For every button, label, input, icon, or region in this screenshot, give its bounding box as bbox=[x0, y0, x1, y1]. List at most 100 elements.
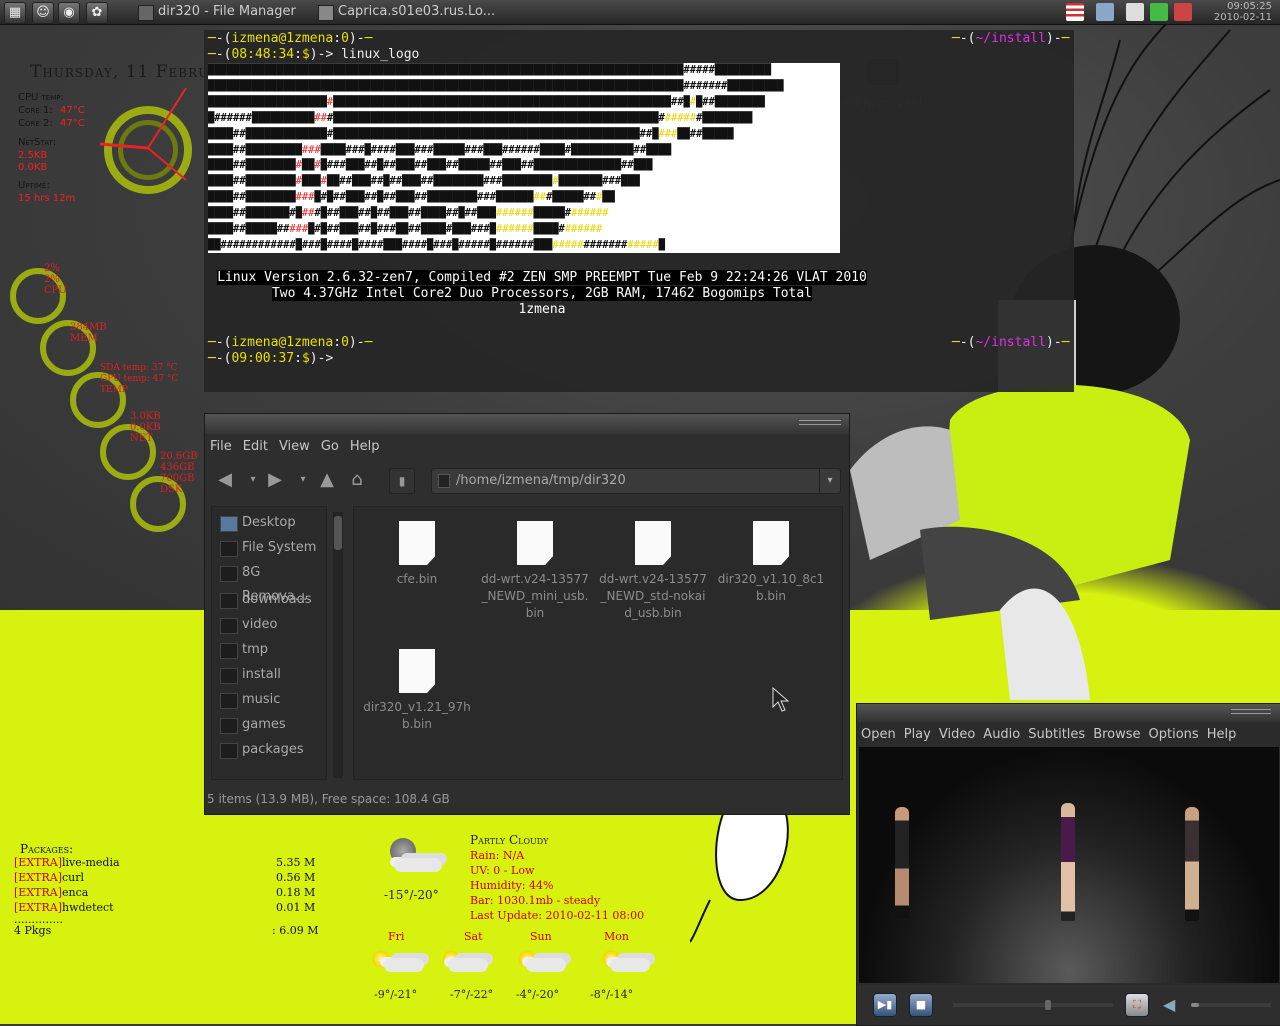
folder-icon bbox=[220, 593, 238, 609]
menu-play[interactable]: Play bbox=[900, 724, 935, 746]
sidebar-item-tmp[interactable]: tmp bbox=[216, 638, 328, 662]
package-row: [EXTRA]curl 0.56 M bbox=[14, 871, 324, 886]
value-uptime: 15 hrs 12m bbox=[18, 193, 76, 204]
app-icon[interactable]: ✿ bbox=[86, 2, 108, 24]
packages-total: 4 Pkgs: 6.09 M bbox=[14, 924, 324, 939]
mail-icon[interactable] bbox=[1174, 3, 1192, 21]
file-item[interactable]: dir320_v1.10_8c1b.bin bbox=[712, 521, 830, 605]
browser-icon[interactable]: ◉ bbox=[58, 2, 80, 24]
command-text: linux_logo bbox=[341, 47, 420, 62]
vp-titlebar[interactable] bbox=[857, 704, 1280, 722]
package-repo: [EXTRA] bbox=[14, 901, 63, 914]
network-icon[interactable] bbox=[1096, 3, 1114, 21]
keyboard-layout-flag-icon[interactable] bbox=[1066, 3, 1084, 21]
vp-menubar: Open Play Video Audio Subtitles Browse Options… bbox=[857, 724, 1280, 746]
menu-help[interactable]: Help bbox=[1203, 724, 1241, 746]
up-icon[interactable]: ▲ bbox=[315, 468, 339, 492]
sidebar-item-desktop[interactable]: Desktop bbox=[216, 511, 328, 535]
prompt-user: izmena bbox=[231, 335, 279, 350]
menu-file[interactable]: File bbox=[205, 436, 238, 458]
video-player-window[interactable]: Open Play Video Audio Subtitles Browse Options… bbox=[856, 703, 1280, 1026]
location-dropdown-icon[interactable]: ▾ bbox=[819, 469, 840, 493]
sidebar-item-video[interactable]: video bbox=[216, 613, 328, 637]
fullscreen-button[interactable]: ⛶ bbox=[1125, 993, 1149, 1017]
package-size: 0.01 M bbox=[276, 901, 316, 914]
task-video-player[interactable]: Caprica.s01e03.rus.Lo... bbox=[316, 2, 518, 22]
label-uptime: Uptime: bbox=[18, 180, 50, 191]
location-bar[interactable]: /home/izmena/tmp/dir320 ▾ bbox=[431, 468, 841, 494]
file-item[interactable]: dd-wrt.v24-13577_NEWD_std-nokaid_usb.bin bbox=[594, 521, 712, 622]
file-manager-window[interactable]: File Edit View Go Help ◀ ▾ ▶ ▾ ▲ ⌂ ▮ /home/i… bbox=[204, 413, 850, 815]
packages-widget: Packages: [EXTRA]live-media 5.35 M [EXTRA… bbox=[14, 842, 324, 939]
sidebar-scrollbar[interactable] bbox=[333, 512, 343, 778]
file-label: dir320_v1.10_8c1b.bin bbox=[717, 572, 825, 603]
menu-audio[interactable]: Audio bbox=[979, 724, 1024, 746]
menu-go[interactable]: Go bbox=[316, 436, 345, 458]
update-icon[interactable] bbox=[1150, 3, 1168, 21]
clock[interactable]: 09:05:25 2010-02-11 bbox=[1208, 1, 1272, 23]
stop-button[interactable]: ■ bbox=[909, 993, 933, 1017]
volume-icon[interactable]: ◀ bbox=[1163, 995, 1175, 1014]
sidebar-item-install[interactable]: install bbox=[216, 663, 328, 687]
location-toggle-icon[interactable]: ▮ bbox=[389, 468, 415, 494]
volume-slider[interactable] bbox=[1191, 1003, 1271, 1007]
menu-options[interactable]: Options bbox=[1145, 724, 1203, 746]
launcher-icon[interactable]: ☺ bbox=[32, 2, 54, 24]
window-controls-icon[interactable] bbox=[1231, 709, 1271, 714]
back-icon[interactable]: ◀ bbox=[213, 468, 237, 492]
prompt-time: 08:48:34 bbox=[231, 47, 295, 62]
menu-view[interactable]: View bbox=[274, 436, 316, 458]
menu-video[interactable]: Video bbox=[935, 724, 979, 746]
sidebar-item-downloads[interactable]: downloads bbox=[216, 588, 328, 612]
dsk-readout: 20.6GB 436GB 700GB DSK bbox=[160, 451, 198, 495]
file-item[interactable]: dir320_v1.21_97hb.bin bbox=[358, 649, 476, 733]
sidebar-label: File System bbox=[242, 540, 317, 555]
cloud-icon bbox=[384, 958, 424, 972]
sidebar-label: games bbox=[242, 717, 286, 732]
weather-last-update: Last Update: 2010-02-11 08:00 bbox=[470, 909, 645, 922]
menu-open[interactable]: Open bbox=[857, 724, 900, 746]
menu-subtitles[interactable]: Subtitles bbox=[1024, 724, 1089, 746]
cpu-label: CPU bbox=[44, 285, 67, 296]
packages-count: 4 Pkgs bbox=[14, 924, 52, 937]
task-label: Caprica.s01e03.rus.Lo... bbox=[338, 4, 496, 19]
menu-browse[interactable]: Browse bbox=[1089, 724, 1144, 746]
forward-dropdown-icon[interactable]: ▾ bbox=[291, 468, 315, 492]
show-desktop-icon[interactable]: ▦ bbox=[4, 2, 26, 24]
home-icon[interactable]: ⌂ bbox=[345, 468, 369, 492]
file-item[interactable]: dd-wrt.v24-13577_NEWD_mini_usb.bin bbox=[476, 521, 594, 622]
fm-file-view[interactable]: cfe.bin dd-wrt.v24-13577_NEWD_mini_usb.b… bbox=[353, 506, 843, 780]
conky-day: Thursday, 11 Febru bbox=[30, 62, 210, 82]
prompt-num: 0 bbox=[341, 335, 349, 350]
terminal-window[interactable]: ─-(izmena@1zmena:0)-─ ─-(~/install)-─ ─-… bbox=[204, 30, 1074, 392]
dsk-value-2: 436GB bbox=[160, 462, 195, 473]
window-controls-icon[interactable] bbox=[799, 420, 841, 425]
file-item[interactable]: cfe.bin bbox=[358, 521, 476, 588]
sidebar-item-music[interactable]: music bbox=[216, 688, 328, 712]
file-label: dd-wrt.v24-13577_NEWD_std-nokaid_usb.bin bbox=[599, 572, 707, 620]
label-core2: Core 2: bbox=[18, 118, 53, 129]
forecast-day: Sun bbox=[530, 930, 552, 943]
sidebar-item-removable[interactable]: 8G Remova... bbox=[216, 561, 328, 604]
menu-icon[interactable] bbox=[1126, 3, 1144, 21]
weather-current-icon bbox=[376, 836, 448, 880]
seek-bar[interactable] bbox=[953, 1000, 1113, 1010]
fm-titlebar[interactable] bbox=[205, 414, 849, 434]
sidebar-item-games[interactable]: games bbox=[216, 713, 328, 737]
back-dropdown-icon[interactable]: ▾ bbox=[241, 468, 265, 492]
seek-handle[interactable] bbox=[1045, 1000, 1051, 1010]
temp-label: TEMP bbox=[100, 385, 128, 395]
sidebar-item-filesystem[interactable]: File System bbox=[216, 536, 328, 560]
task-file-manager[interactable]: dir320 - File Manager bbox=[136, 2, 328, 22]
menu-edit[interactable]: Edit bbox=[238, 436, 274, 458]
forward-icon[interactable]: ▶ bbox=[263, 468, 287, 492]
video-frame[interactable] bbox=[859, 747, 1279, 983]
file-label: cfe.bin bbox=[396, 572, 438, 586]
packages-title: Packages: bbox=[20, 842, 74, 856]
sidebar-item-packages[interactable]: packages bbox=[216, 738, 328, 762]
package-repo: [EXTRA] bbox=[14, 871, 63, 884]
forecast-day: Mon bbox=[604, 930, 629, 943]
play-pause-button[interactable]: ▶▮ bbox=[873, 993, 897, 1017]
scrollbar-thumb[interactable] bbox=[334, 516, 342, 550]
menu-help[interactable]: Help bbox=[345, 436, 386, 458]
